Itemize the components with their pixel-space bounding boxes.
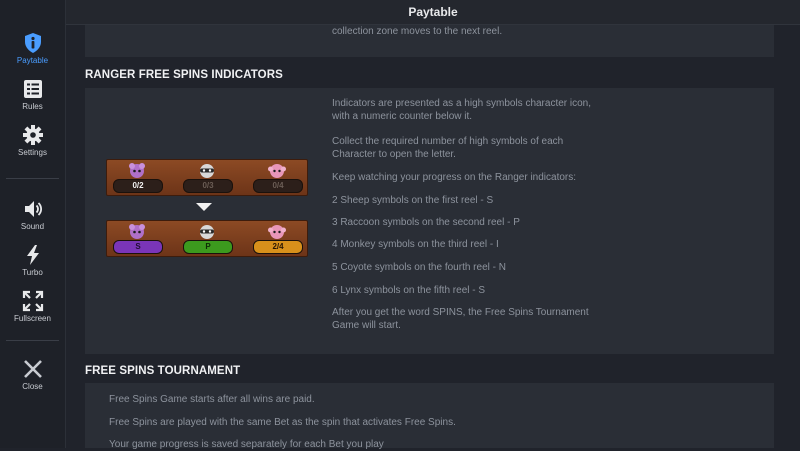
ranger-paragraph: Character to open the letter. xyxy=(332,149,456,160)
tournament-paragraph: Free Spins are played with the same Bet … xyxy=(109,417,456,428)
indicator-counter: 0/2 xyxy=(113,179,163,193)
ranger-paragraph: 5 Coyote symbols on the fourth reel - N xyxy=(332,262,506,273)
sidebar-item-label: Settings xyxy=(18,148,47,157)
sidebar-item-close[interactable]: Close xyxy=(0,358,65,391)
sidebar-item-settings[interactable]: Settings xyxy=(0,124,65,157)
info-icon xyxy=(24,33,41,53)
sidebar-item-label: Close xyxy=(22,382,43,391)
ranger-paragraph: 6 Lynx symbols on the fifth reel - S xyxy=(332,285,486,296)
sidebar-item-rules[interactable]: Rules xyxy=(0,78,65,111)
ranger-paragraph: After you get the word SPINS, the Free S… xyxy=(332,307,589,318)
ranger-paragraph: Indicators are presented as a high symbo… xyxy=(332,98,592,109)
sidebar: Paytable Rules Settings Sound Turbo Full… xyxy=(0,0,66,448)
tournament-paragraph: Your game progress is saved separately f… xyxy=(109,439,384,450)
sidebar-item-label: Fullscreen xyxy=(14,314,51,323)
monkey-icon xyxy=(268,164,286,178)
indicator-counter: 2/4 xyxy=(253,240,303,254)
indicator-sheep: 0/2 xyxy=(109,162,165,193)
ranger-paragraph: 4 Monkey symbols on the third reel - I xyxy=(332,239,499,250)
list-icon xyxy=(23,80,42,98)
page-title: Paytable xyxy=(66,0,800,25)
monkey-icon xyxy=(268,225,286,239)
raccoon-icon xyxy=(200,225,214,239)
section-title-ranger: RANGER FREE SPINS INDICATORS xyxy=(85,69,283,81)
indicator-monkey: 2/4 xyxy=(249,223,305,254)
speaker-icon xyxy=(24,201,42,217)
expand-icon xyxy=(22,290,43,312)
sidebar-item-label: Sound xyxy=(20,222,45,231)
indicator-counter: S xyxy=(113,240,163,254)
indicator-raccoon: P xyxy=(179,223,235,254)
ranger-paragraph: Collect the required number of high symb… xyxy=(332,136,564,147)
sidebar-item-paytable[interactable]: Paytable xyxy=(0,32,65,65)
sidebar-item-label: Paytable xyxy=(16,56,49,65)
section-title-tournament: FREE SPINS TOURNAMENT xyxy=(85,365,241,377)
indicator-monkey: 0/4 xyxy=(249,162,305,193)
ranger-paragraph: Keep watching your progress on the Range… xyxy=(332,172,577,183)
indicator-raccoon: 0/3 xyxy=(179,162,235,193)
panel-text: collection zone moves to the next reel. xyxy=(332,26,503,37)
sidebar-item-label: Turbo xyxy=(22,268,43,277)
raccoon-icon xyxy=(200,164,214,178)
indicator-strip-after: S P 2/4 xyxy=(106,220,308,257)
ranger-paragraph: 2 Sheep symbols on the first reel - S xyxy=(332,195,494,206)
sidebar-item-fullscreen[interactable]: Fullscreen xyxy=(0,290,65,323)
indicator-counter: 0/3 xyxy=(183,179,233,193)
ranger-paragraph: Game will start. xyxy=(332,320,401,331)
lightning-icon xyxy=(26,245,39,265)
sheep-icon xyxy=(129,224,145,239)
sidebar-item-sound[interactable]: Sound xyxy=(0,198,65,231)
arrow-down-icon xyxy=(196,203,212,211)
sidebar-divider xyxy=(6,178,59,179)
ranger-paragraph: with a numeric counter below it. xyxy=(332,111,473,122)
indicator-counter: 0/4 xyxy=(253,179,303,193)
tournament-paragraph: Free Spins Game starts after all wins ar… xyxy=(109,394,315,405)
sheep-icon xyxy=(129,163,145,178)
gear-icon xyxy=(22,125,43,145)
indicator-sheep: S xyxy=(109,223,165,254)
sidebar-item-label: Rules xyxy=(22,102,43,111)
indicator-strip-before: 0/2 0/3 0/4 xyxy=(106,159,308,196)
sidebar-item-turbo[interactable]: Turbo xyxy=(0,244,65,277)
ranger-paragraph: 3 Raccoon symbols on the second reel - P xyxy=(332,217,520,228)
close-icon xyxy=(23,360,42,378)
sidebar-divider xyxy=(6,340,59,341)
indicator-counter: P xyxy=(183,240,233,254)
